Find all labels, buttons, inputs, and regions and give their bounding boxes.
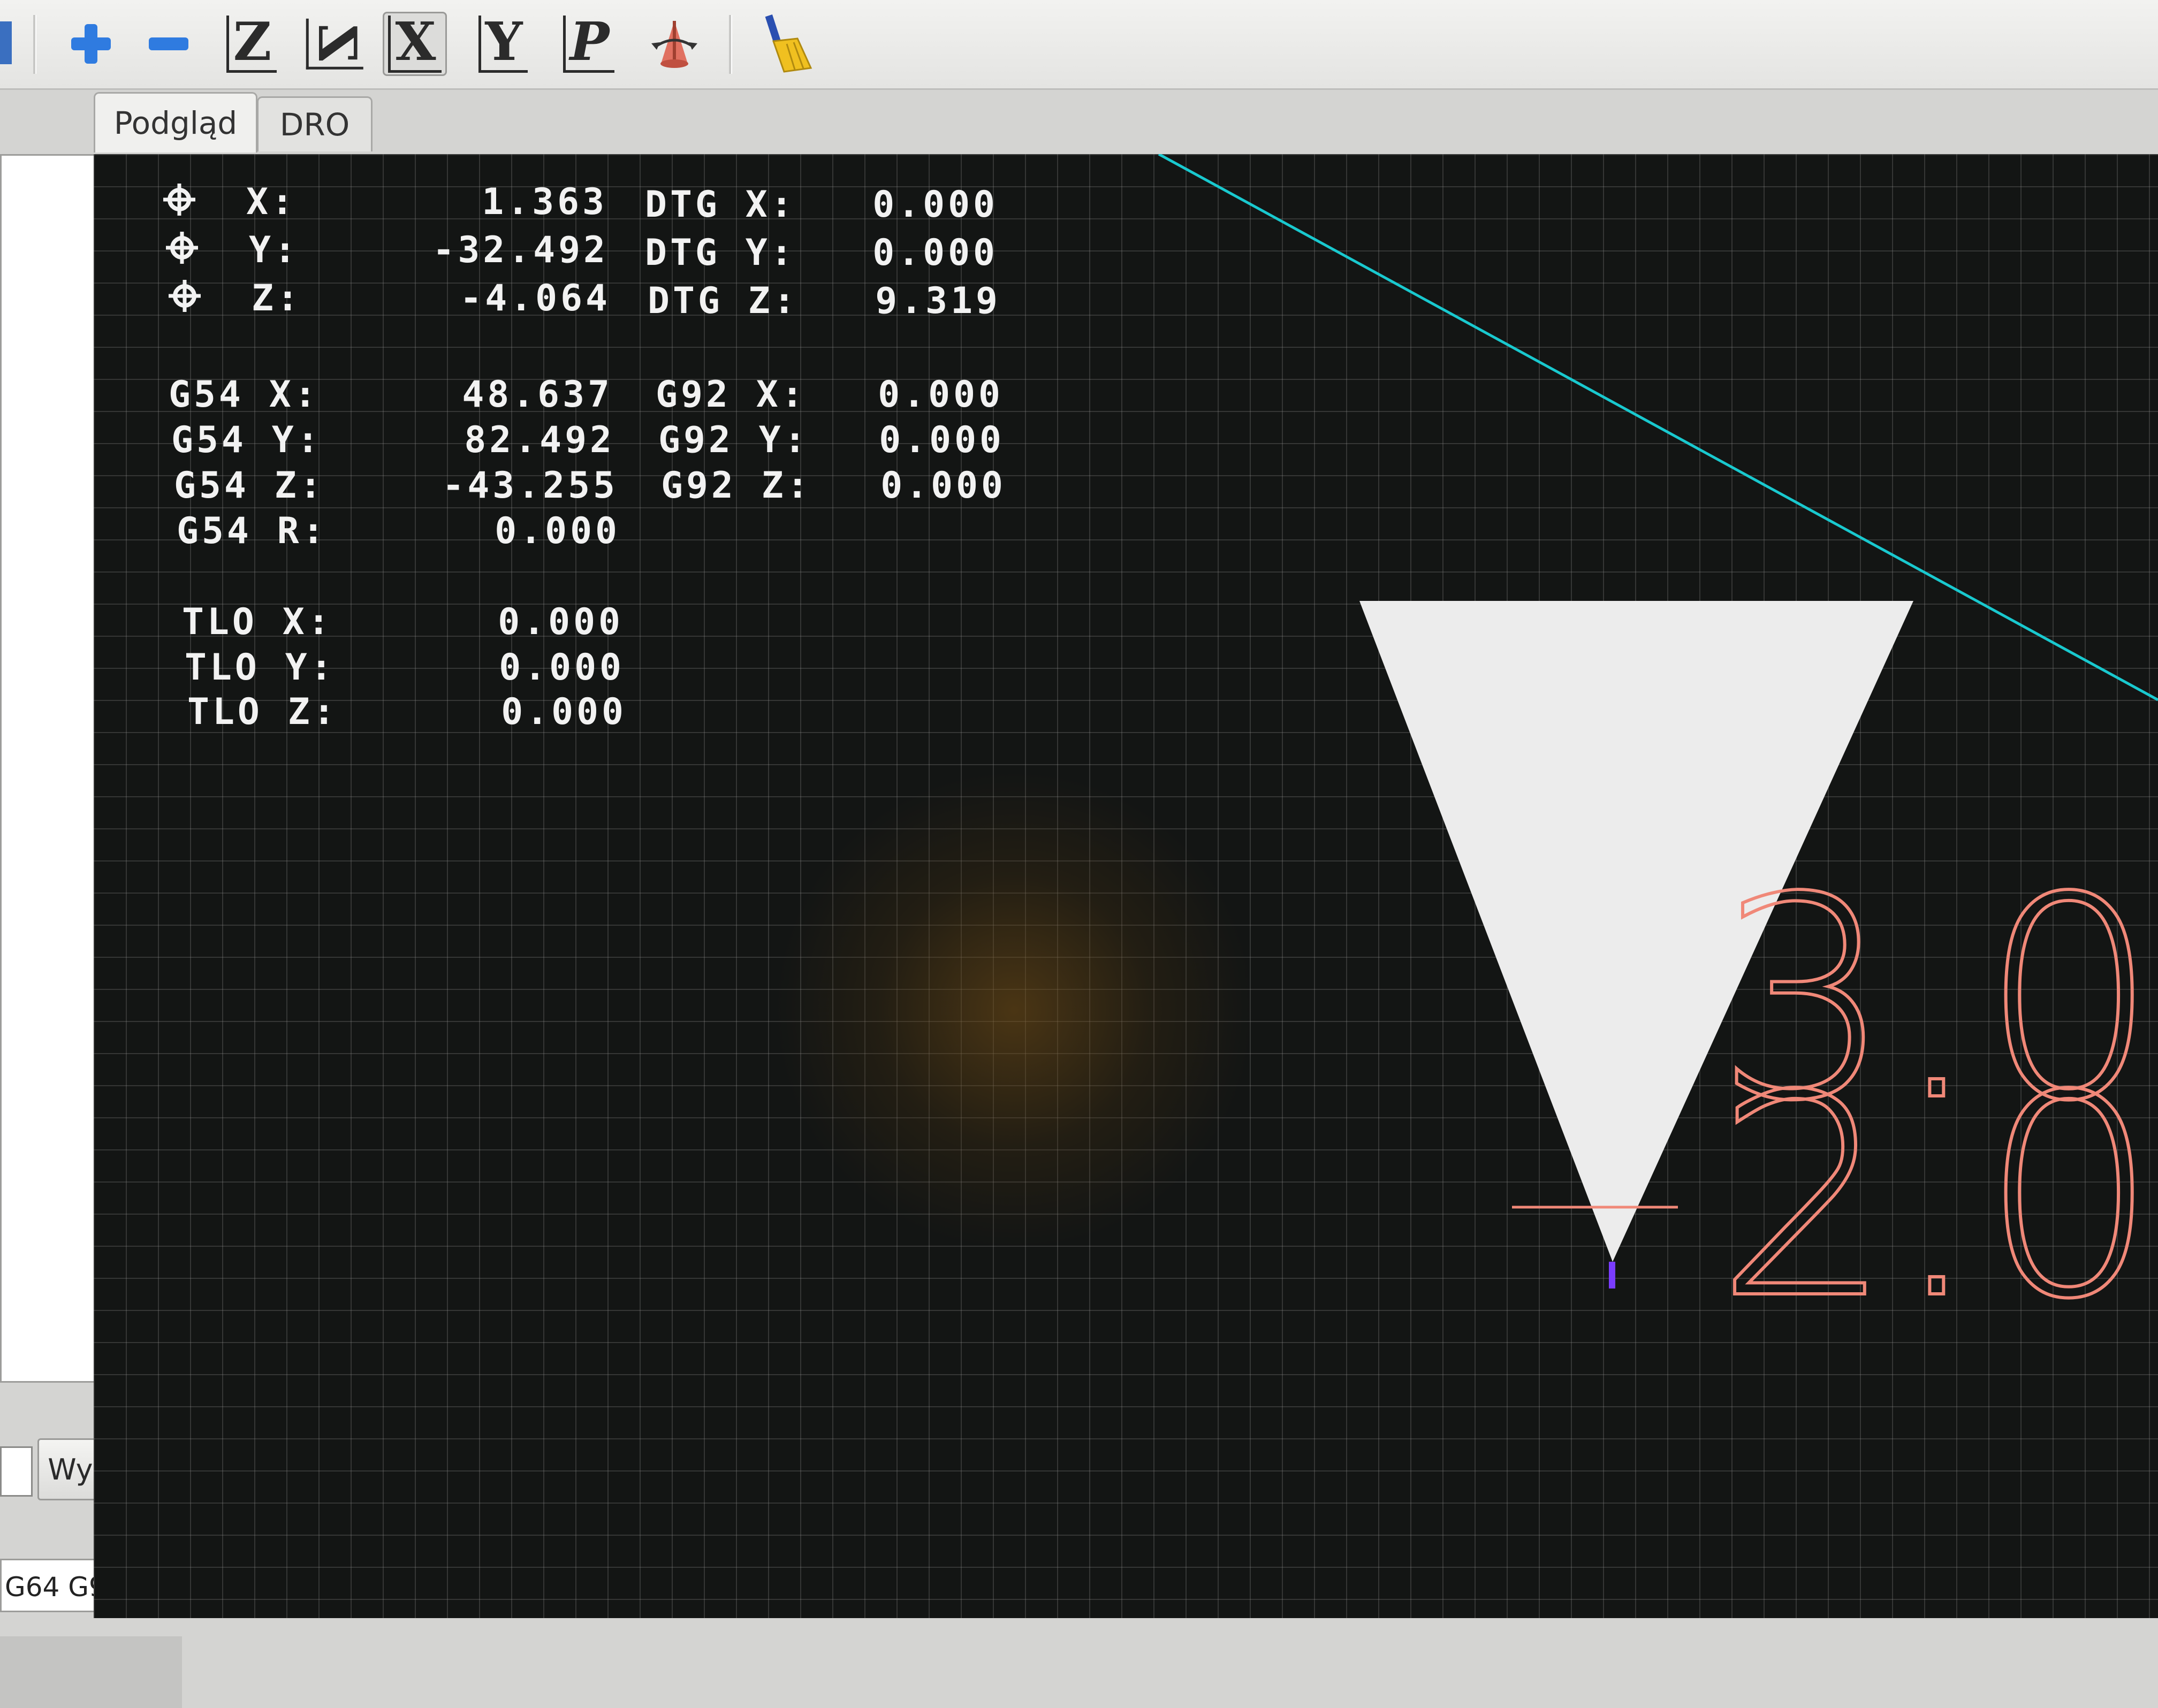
dro-dtg-z-label: DTG Z: — [648, 280, 799, 322]
position-x-target-icon — [163, 184, 195, 216]
dro-g92-x-value: 0.000 — [878, 373, 1004, 416]
toolbar: Z Z X Y P — [0, 0, 2158, 90]
clear-backplot-icon — [765, 14, 812, 73]
dimension-label-bottom: 2.0 — [1714, 1034, 2158, 1361]
dro-dtg-z-value: 9.319 — [875, 280, 1001, 322]
dro-dtg-x-value: 0.000 — [872, 184, 998, 226]
rotate-view-icon — [651, 21, 697, 68]
dro-g54-r-label: G54 R: — [177, 510, 328, 552]
dro-g92-z-value: 0.000 — [880, 464, 1006, 507]
dro-tlo-z-value: 0.000 — [501, 691, 627, 733]
dro-pos-z-label: Z: — [252, 277, 302, 319]
dro-dtg-x-label: DTG X: — [645, 184, 796, 226]
dro-g92-x-label: G92 X: — [656, 373, 807, 416]
dro-g54-x-label: G54 X: — [169, 373, 320, 416]
dro-tlo-z-label: TLO Z: — [187, 691, 338, 733]
dro-tlo-x-value: 0.000 — [498, 601, 624, 643]
dro-pos-z-value: -4.064 — [460, 277, 611, 319]
mdi-input[interactable] — [0, 1446, 33, 1497]
dro-pos-x-label: X: — [246, 181, 297, 223]
dro-tlo-y-label: TLO Y: — [185, 646, 336, 689]
tab-preview[interactable]: Podgląd — [94, 92, 257, 152]
dro-dtg-y-value: 0.000 — [872, 232, 998, 274]
dro-pos-y-value: -32.492 — [432, 229, 609, 271]
dro-pos-y-label: Y: — [249, 229, 299, 271]
position-y-target-icon — [166, 232, 198, 264]
preview-canvas[interactable]: 3.0 2.0 X: 1.363 DTG X: 0.000 Y: -32.492… — [94, 154, 2158, 1618]
view-y-button[interactable]: Y — [471, 12, 535, 76]
dro-g92-y-label: G92 Y: — [658, 419, 809, 461]
tab-dro[interactable]: DRO — [257, 96, 373, 151]
tab-bar: Podgląd DRO — [94, 90, 2158, 154]
view-z-icon: Z — [226, 15, 277, 73]
zoom-out-icon — [149, 37, 188, 50]
dro-g92-y-value: 0.000 — [879, 419, 1005, 461]
dro-tlo-x-label: TLO X: — [182, 601, 333, 643]
toolbar-separator — [33, 15, 36, 74]
view-p-icon: P — [563, 15, 615, 73]
zoom-in-icon — [71, 24, 111, 64]
position-z-target-icon — [169, 280, 201, 312]
view-z-button[interactable]: Z — [219, 12, 284, 76]
dro-g54-y-label: G54 Y: — [171, 419, 322, 461]
zoom-out-button[interactable] — [136, 12, 201, 76]
gcode-listing[interactable] — [0, 154, 102, 1383]
dro-dtg-y-label: DTG Y: — [645, 232, 796, 274]
svg-text:2.0: 2.0 — [1715, 1035, 2158, 1360]
left-footer — [0, 1636, 182, 1708]
view-x-button[interactable]: X — [383, 12, 447, 76]
clear-backplot-button[interactable] — [755, 12, 819, 76]
dro-g54-z-label: G54 Z: — [174, 464, 325, 507]
dro-g54-x-value: 48.637 — [462, 373, 613, 416]
left-panel: Wyślij G64 G97 — [0, 90, 182, 1708]
toolbar-separator — [729, 15, 732, 74]
rotate-view-button[interactable] — [642, 12, 706, 76]
dro-g54-z-value: -43.255 — [442, 464, 618, 507]
dro-g54-r-value: 0.000 — [495, 510, 620, 552]
dro-g92-z-label: G92 Z: — [661, 464, 812, 507]
dro-g54-y-value: 82.492 — [464, 419, 615, 461]
dro-pos-x-value: 1.363 — [482, 181, 607, 223]
toolbar-edge-icon — [0, 21, 12, 64]
view-y-icon: Y — [478, 15, 528, 73]
view-z-rotated-button[interactable]: Z — [302, 12, 367, 76]
view-p-button[interactable]: P — [557, 12, 621, 76]
view-z-rotated-icon: Z — [306, 18, 367, 70]
tool-tip — [1609, 1262, 1615, 1288]
zoom-in-button[interactable] — [59, 12, 123, 76]
view-x-icon: X — [388, 15, 442, 73]
dro-tlo-y-value: 0.000 — [499, 646, 625, 689]
